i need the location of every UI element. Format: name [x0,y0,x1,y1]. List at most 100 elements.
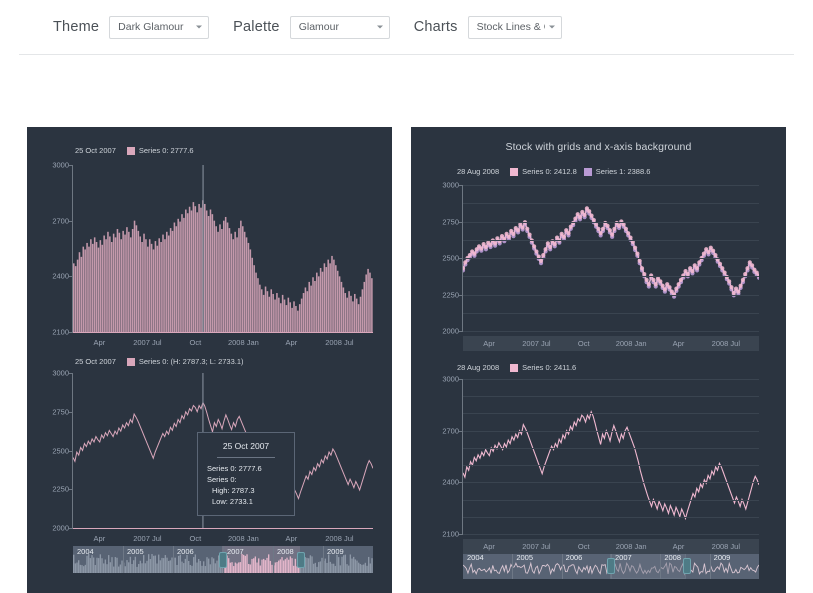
navigator-year-label: 2009 [327,547,344,556]
navigator-handle-left[interactable] [606,557,615,574]
x-axis-tick-label: Apr [483,542,495,551]
y-axis-tick-label: 2400 [52,271,69,281]
tooltip-row-high: High: 2787.3 [212,486,255,496]
legend-swatch [126,146,135,155]
line-stock-chart[interactable]: 28 Aug 2008 Series 0: 2411.6 2004 2005 200… [411,355,786,593]
left-navigator-scrollbar[interactable]: 2004 2005 2006 2007 2008 2009 [73,546,373,573]
legend-date: 28 Aug 2008 [457,363,500,372]
x-axis-tick-label: Apr [672,542,685,551]
legend-item-series1[interactable]: Series 1: 2388.6 [583,167,651,176]
x-axis-tick-label: 2007 Jul [522,339,551,348]
x-axis-tick-label: 2007 Jul [133,534,162,543]
gridline [463,447,759,449]
right-panel-title: Stock with grids and x-axis background [505,141,692,153]
navigator-year-label: 2009 [713,553,731,562]
tooltip-divider [217,457,275,459]
charts-stage: 25 Oct 2007 Series 0: 2777.6 3000 2700 240… [0,55,813,593]
y-axis-tick-label: 3000 [52,368,69,378]
gridline [463,239,759,241]
y-axis-line [462,379,463,534]
legend-item-series0[interactable]: Series 0: (H: 2787.3; L: 2733.1) [126,357,244,366]
navigator-handle-right[interactable] [683,557,692,574]
x-axis-tick-label: Apr [93,534,106,543]
navigator-divider [273,546,274,573]
y-axis-tick-label: 2000 [52,523,69,533]
toolbar: Theme Dark Glamour Palette Glamour Chart… [19,0,794,55]
x-axis-tick-label: Apr [285,534,298,543]
tooltip-row-low: Low: 2733.1 [212,496,253,506]
navigator-handle-right[interactable] [296,551,305,568]
navigator-year-label: 2006 [565,553,583,562]
x-axis-tick-label: 2008 Jul [325,534,354,543]
legend-item-series0[interactable]: Series 0: 2777.6 [126,146,194,155]
legend-item-series0[interactable]: Series 0: 2412.8 [510,167,577,176]
y-axis-tick-label: 3000 [442,374,459,384]
x-axis-tick-label: Apr [672,339,685,348]
legend-date: 25 Oct 2007 [75,357,116,366]
legend-swatch [126,357,135,366]
right-navigator-scrollbar[interactable]: 2004 2005 2006 2007 2008 2009 [463,552,759,579]
chart-tooltip: 25 Oct 2007 Series 0: 2777.6 Series 0: H… [197,432,295,516]
y-axis-tick-label: 2700 [52,216,69,226]
gridline [463,430,759,432]
palette-select[interactable]: Glamour [289,15,390,39]
y-axis-tick-label: 2100 [442,529,459,539]
legend-label: Series 0: 2777.6 [138,146,194,155]
column-chart-legend: 25 Oct 2007 Series 0: 2777.6 [75,146,194,155]
charts-select[interactable]: Stock Lines & Colu [467,15,562,39]
x-axis-tick-label: Oct [577,339,590,348]
gridline [463,482,759,484]
y-axis-tick [459,534,463,535]
column-chart-plot [73,165,373,332]
legend-date: 28 Aug 2008 [457,167,500,176]
y-axis-tick-label: 2750 [52,407,69,417]
line-chart-legend: 28 Aug 2008 Series 0: 2411.6 [457,363,576,372]
y-axis-tick [459,331,463,332]
x-axis-tick-label: 2008 Jan [615,542,647,551]
theme-select[interactable]: Dark Glamour [109,15,210,39]
left-panel: 25 Oct 2007 Series 0: 2777.6 3000 2700 240… [27,127,392,593]
y-axis-tick-label: 2500 [52,446,69,455]
gridline [463,396,759,398]
legend-item-series0[interactable]: Series 0: 2411.6 [510,363,576,372]
navigator-year-label: 2004 [467,553,484,562]
legend-swatch [510,167,519,176]
gridline [463,331,759,332]
gridline [463,379,759,380]
navigator-year-label: 2007 [615,553,632,562]
legend-label: Series 0: (H: 2787.3; L: 2733.1) [138,357,244,366]
x-axis-tick-label: 2007 Jul [522,542,551,551]
x-axis-tick-label: 2008 Jan [227,338,259,347]
gridline [463,294,759,296]
x-axis-tick-label: 2008 Jul [711,542,741,551]
hilo-line-chart[interactable]: 25 Oct 2007 Series 0: (H: 2787.3; L: 273… [27,349,392,593]
navigator-divider [660,552,662,579]
x-axis-tick-label: 2008 Jul [711,339,741,348]
navigator-divider [173,546,174,573]
y-axis-tick-label: 2100 [52,327,69,337]
navigator-year-label: 2005 [516,553,534,562]
gridline [463,465,759,467]
y-axis-line [462,185,463,331]
tooltip-row-value: Series 0: 2777.6 [207,464,262,474]
legend-label: Series 1: 2388.6 [595,167,651,176]
chevron-down-icon [548,25,555,29]
charts-label: Charts [413,19,458,35]
x-axis-tick-label: 2007 Jul [133,338,162,347]
navigator-year-label: 2004 [77,547,94,556]
legend-label: Series 0: 2411.6 [522,363,577,372]
gridline [463,534,759,535]
x-axis-tick-label: Oct [189,534,202,543]
legend-swatch [510,363,519,372]
x-axis-tick-label: Oct [577,542,590,551]
chevron-down-icon [376,25,383,29]
gridline [463,413,759,415]
x-axis-tick-label: Apr [483,339,495,348]
column-chart[interactable]: 25 Oct 2007 Series 0: 2777.6 3000 2700 240… [27,127,392,347]
navigator-year-label: 2006 [177,547,194,556]
right-panel: Stock with grids and x-axis background 2… [411,127,786,593]
gridline [463,258,759,259]
marker-chart-legend: 28 Aug 2008 Series 0: 2412.8 Series 1: 2… [457,167,650,176]
navigator-handle-left[interactable] [218,551,227,568]
marker-stock-chart[interactable]: 28 Aug 2008 Series 0: 2412.8 Series 1: 2… [411,157,786,362]
